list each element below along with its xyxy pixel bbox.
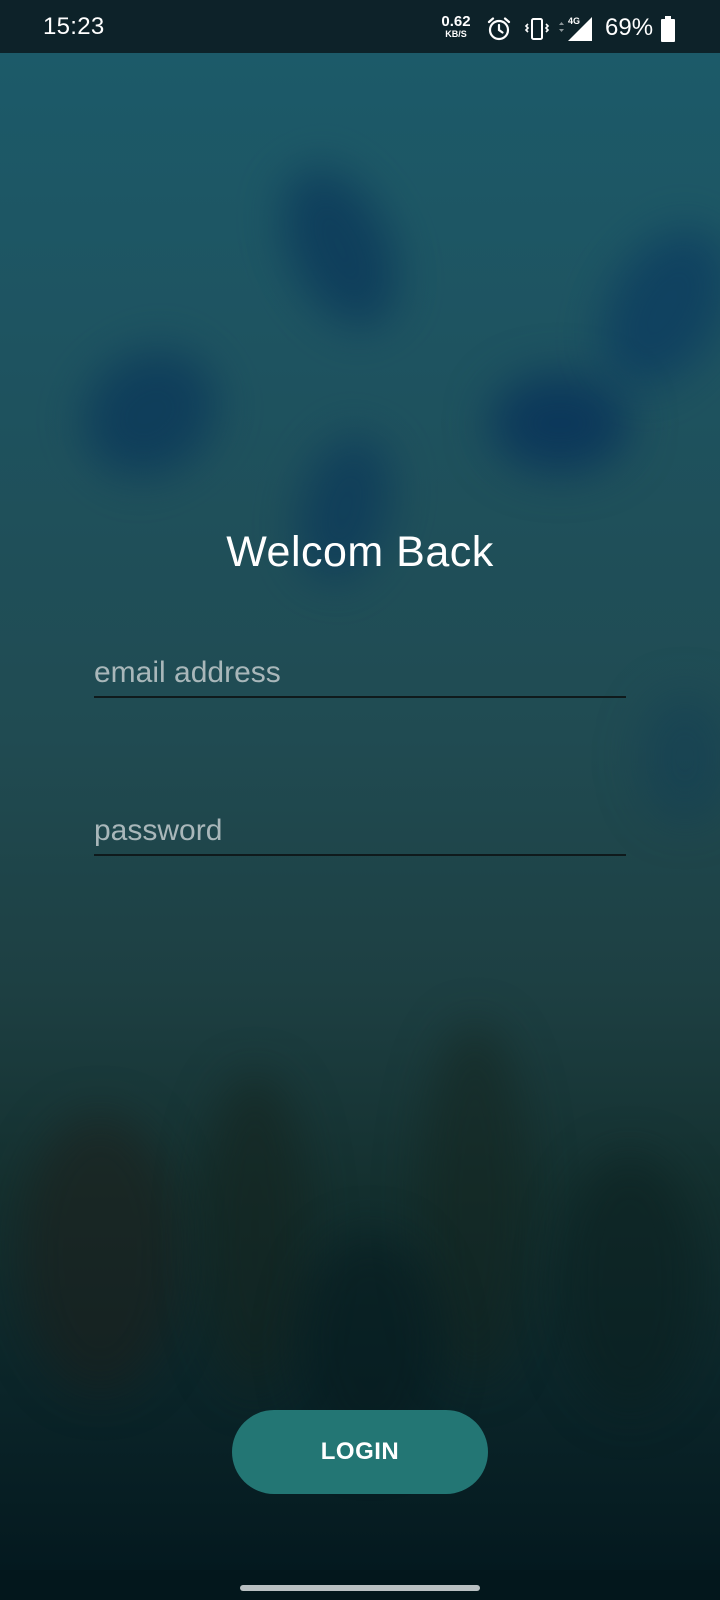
navigation-bar	[0, 1570, 720, 1600]
alarm-icon	[487, 17, 511, 41]
welcome-title: Welcom Back	[226, 528, 494, 576]
background-blur-shape	[574, 206, 720, 410]
network-type-label: 4G	[568, 16, 580, 26]
email-field	[94, 650, 626, 698]
network-speed-unit: KB/S	[445, 29, 467, 39]
background-blur-shape	[58, 323, 242, 503]
background-blur-shape	[640, 693, 720, 823]
background-blur-shape	[258, 149, 422, 347]
background-blur-shape	[560, 1153, 700, 1413]
battery-icon	[661, 16, 675, 42]
password-field	[94, 808, 626, 856]
email-input[interactable]	[94, 650, 626, 696]
network-speed: 0.62 KB/S	[437, 14, 475, 39]
battery-percentage: 69%	[605, 14, 654, 41]
signal-icon: 4G	[559, 16, 592, 41]
status-time: 15:23	[43, 13, 105, 40]
login-screen: 15:23 0.62 KB/S 4G 69% Welcom Back email…	[0, 0, 720, 1600]
network-speed-value: 0.62	[441, 13, 471, 30]
background-blur-shape	[20, 1113, 180, 1393]
home-gesture-handle[interactable]	[240, 1585, 480, 1591]
login-button[interactable]: LOGIN	[232, 1410, 488, 1494]
vibrate-icon	[524, 18, 550, 40]
password-input[interactable]	[94, 808, 626, 854]
background-blur-shape	[490, 373, 630, 473]
status-bar: 15:23 0.62 KB/S 4G 69%	[0, 0, 720, 53]
background-blur-shape	[200, 1073, 310, 1393]
